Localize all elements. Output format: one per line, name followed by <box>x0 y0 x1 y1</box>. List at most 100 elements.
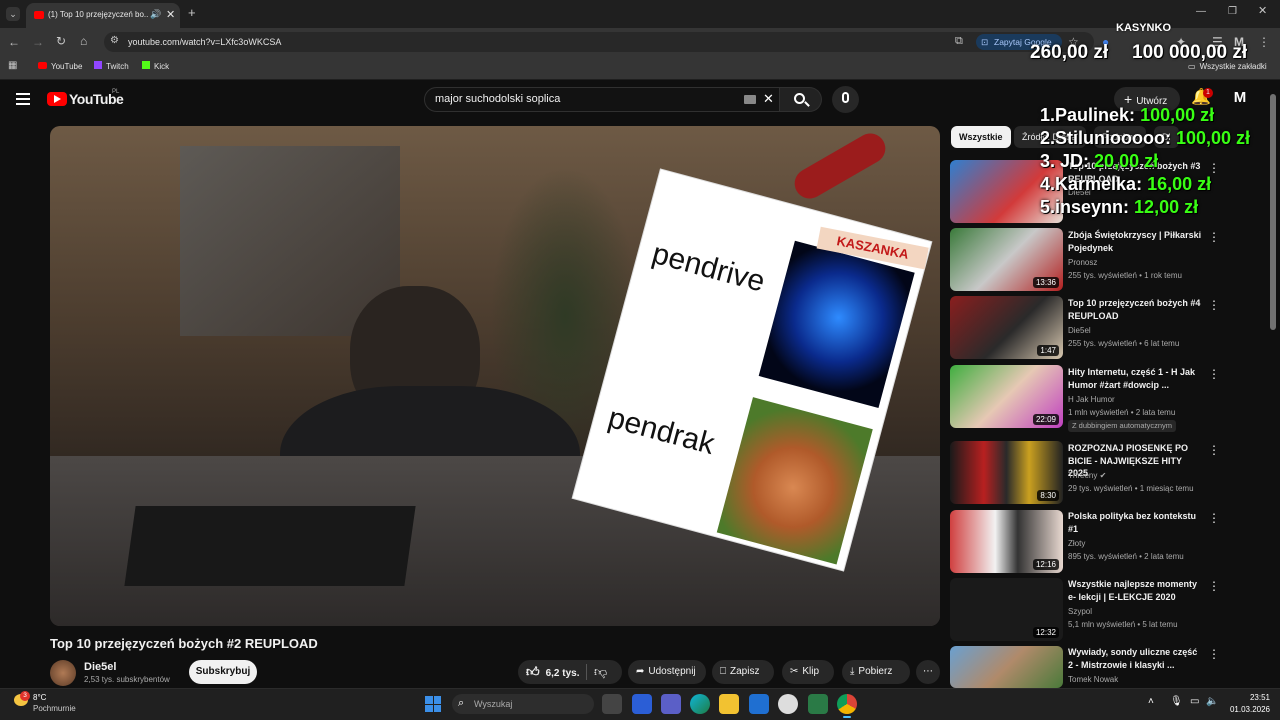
dislike-button[interactable]: 👎︎ <box>594 660 607 684</box>
rec-menu-icon[interactable]: ⋮ <box>1208 647 1220 661</box>
rec-menu-icon[interactable]: ⋮ <box>1208 161 1220 175</box>
rec-video-title[interactable]: Zbója Świętokrzyscy | Piłkarski Pojedyne… <box>1068 229 1204 254</box>
new-tab-icon[interactable]: + <box>188 6 196 19</box>
save-label: Zapisz <box>730 666 760 677</box>
bookmark-kick[interactable]: Kick <box>142 58 169 76</box>
microsoft-store-icon[interactable] <box>749 694 769 714</box>
volume-icon[interactable]: 🔈 <box>1206 697 1218 707</box>
rec-menu-icon[interactable]: ⋮ <box>1208 367 1220 381</box>
site-info-icon[interactable]: ⚙ <box>110 36 119 46</box>
account-avatar[interactable]: M <box>1230 89 1250 109</box>
tab-search-icon[interactable]: ⌄ <box>6 7 20 21</box>
tray-chevron-icon[interactable]: ˄ <box>1148 697 1154 707</box>
rec-channel[interactable]: Pronosz <box>1068 257 1097 268</box>
rec-menu-icon[interactable]: ⋮ <box>1208 230 1220 244</box>
video-thumbnail[interactable]: 13:36 <box>950 228 1063 291</box>
video-thumbnail[interactable]: 22:09 <box>950 365 1063 428</box>
duration-badge: 8:30 <box>1037 490 1059 501</box>
clock-time[interactable]: 23:51 <box>1240 693 1270 702</box>
weather-temp[interactable]: 8°C <box>33 693 46 702</box>
rec-video-title[interactable]: Polska polityka bez kontekstu #1 <box>1068 510 1204 535</box>
chrome-icon[interactable] <box>837 694 857 714</box>
rec-video-title[interactable]: Wywiady, sondy uliczne część 2 - Mistrzo… <box>1068 646 1204 671</box>
home-icon[interactable]: ⌂ <box>80 35 87 47</box>
clear-search-icon[interactable]: ✕ <box>763 92 774 105</box>
address-bar[interactable]: ⚙ youtube.com/watch?v=LXfc3oWKCSA <box>104 32 1094 52</box>
store-icon[interactable] <box>632 694 652 714</box>
video-thumbnail[interactable]: 12:16 <box>950 510 1063 573</box>
rec-menu-icon[interactable]: ⋮ <box>1208 443 1220 457</box>
leader-amount: 12,00 zł <box>1134 197 1199 217</box>
voice-search-button[interactable] <box>832 86 859 113</box>
duration-badge: 12:16 <box>1032 559 1059 570</box>
browser-tab[interactable]: (1) Top 10 przejęzyczeń bo... 🔊 ✕ <box>26 3 180 28</box>
more-actions-button[interactable]: ⋯ <box>916 660 940 684</box>
video-thumbnail[interactable] <box>950 646 1063 688</box>
weather-condition[interactable]: Pochmurnie <box>33 704 76 713</box>
rec-channel[interactable]: Szypol <box>1068 606 1092 617</box>
share-icon: ➦ <box>636 666 645 677</box>
rec-channel[interactable]: Tomek Nowak <box>1068 674 1118 685</box>
clock-date[interactable]: 01.03.2026 <box>1224 705 1270 714</box>
speaker-icon[interactable]: 🔊 <box>150 9 161 20</box>
green-app-icon[interactable] <box>808 694 828 714</box>
more-icon: ⋯ <box>923 666 933 677</box>
apps-grid-icon[interactable]: ▦ <box>8 61 17 71</box>
save-button[interactable]: ⎕ Zapisz <box>712 660 774 684</box>
app-icon[interactable] <box>778 694 798 714</box>
clip-button[interactable]: ✂ Klip <box>782 660 834 684</box>
edge-icon[interactable] <box>690 694 710 714</box>
search-input[interactable]: major suchodolski soplica <box>424 87 780 112</box>
teams-icon[interactable] <box>661 694 681 714</box>
microphone-tray-icon[interactable]: 🎙 <box>1170 697 1183 707</box>
download-button[interactable]: ⤓ Pobierz <box>842 660 910 684</box>
forward-icon[interactable]: → <box>32 36 44 48</box>
rec-channel[interactable]: Die5el <box>1068 325 1091 336</box>
network-icon[interactable]: ▭ <box>1190 697 1199 707</box>
task-view-icon[interactable] <box>602 694 622 714</box>
back-icon[interactable]: ← <box>8 36 20 48</box>
youtube-logo-icon[interactable] <box>47 92 67 106</box>
proboscis-monkey-image <box>716 397 873 565</box>
rec-channel[interactable]: Threeny ✔ <box>1068 470 1106 481</box>
video-thumbnail[interactable]: 1:47 <box>950 296 1063 359</box>
share-button[interactable]: ➦ Udostępnij <box>628 660 706 684</box>
subscribe-button[interactable]: Subskrybuj <box>189 660 257 684</box>
thumbs-down-icon: 👎︎ <box>594 664 608 679</box>
bookmark-twitch[interactable]: Twitch <box>94 58 129 76</box>
close-tab-icon[interactable]: ✕ <box>166 8 175 21</box>
rec-channel[interactable]: Złoty <box>1068 538 1085 549</box>
meme-bottom-text: pendrak <box>604 401 718 462</box>
search-button[interactable] <box>780 87 822 112</box>
bookmark-youtube[interactable]: YouTube <box>38 58 82 76</box>
close-window-icon[interactable]: ✕ <box>1258 6 1267 17</box>
maximize-icon[interactable]: ❐ <box>1228 7 1237 17</box>
file-explorer-icon[interactable] <box>719 694 739 714</box>
menu-icon[interactable]: ⋮ <box>1258 36 1270 48</box>
video-thumbnail[interactable]: 12:32 <box>950 578 1063 641</box>
rec-menu-icon[interactable]: ⋮ <box>1208 298 1220 312</box>
rec-menu-icon[interactable]: ⋮ <box>1208 579 1220 593</box>
bookmark-label: Kick <box>154 62 170 71</box>
duration-badge: 13:36 <box>1032 277 1059 288</box>
windows-start-icon[interactable] <box>425 696 441 712</box>
reload-icon[interactable]: ↻ <box>56 35 66 47</box>
active-app-indicator <box>843 716 851 718</box>
hamburger-menu-icon[interactable] <box>16 93 30 105</box>
rec-channel[interactable]: H Jak Humor <box>1068 394 1115 405</box>
like-button[interactable]: 👍︎ 6,2 tys. <box>522 660 580 684</box>
casino-label: KASYNKO <box>1116 22 1172 34</box>
minimize-icon[interactable]: — <box>1196 7 1206 17</box>
rec-video-title[interactable]: Top 10 przejęzyczeń bożych #4 REUPLOAD <box>1068 297 1204 322</box>
taskbar-search[interactable]: ⌕ Wyszukaj <box>452 694 594 714</box>
keyboard-icon[interactable] <box>744 95 756 104</box>
rec-menu-icon[interactable]: ⋮ <box>1208 511 1220 525</box>
video-thumbnail[interactable]: 8:30 <box>950 441 1063 504</box>
rec-video-title[interactable]: Wszystkie najlepsze momenty e- lekcji | … <box>1068 578 1204 603</box>
channel-avatar[interactable] <box>50 660 76 686</box>
install-icon[interactable]: ⧉ <box>955 36 963 47</box>
rec-video-title[interactable]: Hity Internetu, część 1 - H Jak Humor #ż… <box>1068 366 1204 391</box>
scrollbar-thumb[interactable] <box>1270 94 1276 330</box>
chip-all[interactable]: Wszystkie <box>951 126 1011 148</box>
channel-name[interactable]: Die5el <box>84 661 116 673</box>
